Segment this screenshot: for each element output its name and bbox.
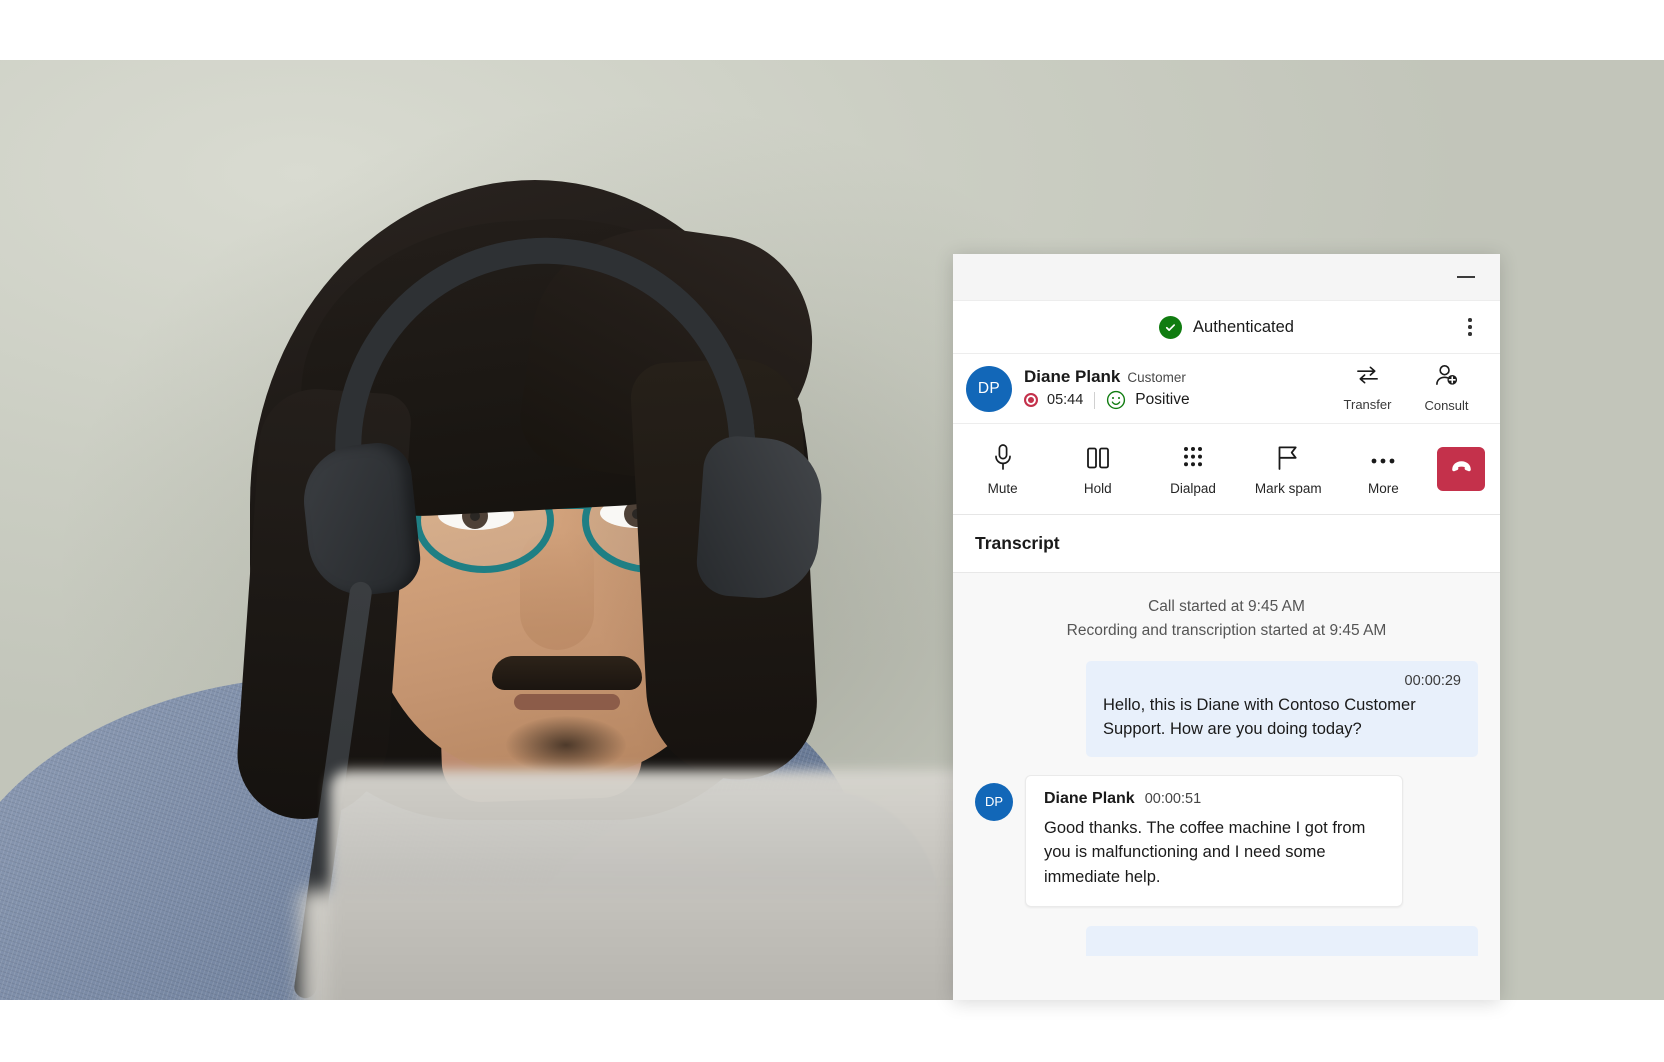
dialpad-label: Dialpad [1170,481,1216,496]
minimize-button[interactable] [1449,262,1483,292]
photo-mustache [492,656,642,690]
contact-role: Customer [1127,370,1186,385]
authentication-label: Authenticated [1193,317,1294,336]
system-line-recording-started: Recording and transcription started at 9… [1066,622,1387,640]
end-call-button[interactable] [1437,447,1486,491]
contact-details: Diane Plank Customer 05:44 Positive [1024,367,1328,410]
sentiment-label: Positive [1135,391,1190,408]
microphone-icon [992,442,1014,472]
transcript-title: Transcript [975,533,1060,553]
message-text: Hello, this is Diane with Contoso Custom… [1103,696,1416,738]
call-timer: 05:44 [1047,392,1084,408]
message-text: Good thanks. The coffee machine I got fr… [1044,818,1366,886]
message-header: Diane Plank 00:00:51 [1044,790,1384,808]
softphone-panel: Authenticated DP Diane Plank Customer 05… [953,254,1500,1000]
more-button[interactable]: More [1336,442,1431,496]
person-add-icon [1434,364,1459,392]
transfer-label: Transfer [1343,397,1392,412]
photo-chin-beard [506,716,626,774]
hold-label: Hold [1083,481,1112,496]
dialpad-button[interactable]: Dialpad [1145,442,1240,496]
smiley-face-icon [1106,390,1126,410]
mute-label: Mute [987,481,1018,496]
contact-name-line: Diane Plank Customer [1024,367,1328,387]
message-bubble: Diane Plank 00:00:51 Good thanks. The co… [1025,774,1403,908]
call-controls-bar: Mute Hold Dialpad Mark spam More [953,424,1500,515]
message-sender-name: Diane Plank [1044,789,1135,807]
transcript-message-next-partial [1086,926,1478,957]
transcript-body[interactable]: Call started at 9:45 AM Recording and tr… [953,573,1500,1000]
more-label: Mark spam [1254,481,1322,496]
photo-laptop-screen [330,770,1030,1000]
more-options-label: More [1368,481,1399,496]
panel-titlebar [953,254,1500,301]
transcript-message-agent: 00:00:29 Hello, this is Diane with Conto… [975,661,1478,757]
message-timestamp: 00:00:51 [1144,790,1202,807]
phone-hangup-icon [1448,453,1475,485]
avatar: DP [966,365,1012,412]
system-line-call-started: Call started at 9:45 AM [1148,598,1305,615]
contact-name: Diane Plank [1024,367,1121,386]
hold-button[interactable]: Hold [1050,442,1145,496]
dialpad-icon [1181,442,1205,472]
avatar: DP [975,782,1013,821]
consult-button[interactable]: Consult [1407,364,1486,413]
screenshot-root: Authenticated DP Diane Plank Customer 05… [0,0,1664,1062]
authentication-status: Authenticated [1159,315,1294,339]
message-bubble: 00:00:29 Hello, this is Diane with Conto… [1086,661,1478,757]
header-actions: Transfer Consult [1328,364,1486,413]
transcript-message-customer: DP Diane Plank 00:00:51 Good thanks. The… [975,774,1478,908]
consult-label: Consult [1424,398,1469,413]
transcript-header: Transcript [953,515,1500,573]
photo-mouth [514,694,620,710]
pause-icon [1085,442,1111,472]
contact-bar: DP Diane Plank Customer 05:44 Positive T… [953,354,1500,424]
meta-divider [1094,391,1096,409]
message-timestamp: 00:00:29 [1404,673,1461,690]
mute-button[interactable]: Mute [955,442,1050,496]
ellipsis-icon [1369,442,1397,472]
transfer-arrows-icon [1355,364,1380,391]
authentication-bar: Authenticated [953,301,1500,354]
recording-indicator-icon [1024,393,1038,407]
transfer-button[interactable]: Transfer [1328,364,1407,413]
mark-spam-button[interactable]: Mark spam [1241,442,1336,496]
kebab-menu-icon[interactable] [1456,313,1484,341]
minimize-icon [1457,276,1475,278]
flag-icon [1275,442,1302,472]
check-circle-icon [1159,315,1183,339]
contact-meta-line: 05:44 Positive [1024,390,1328,410]
